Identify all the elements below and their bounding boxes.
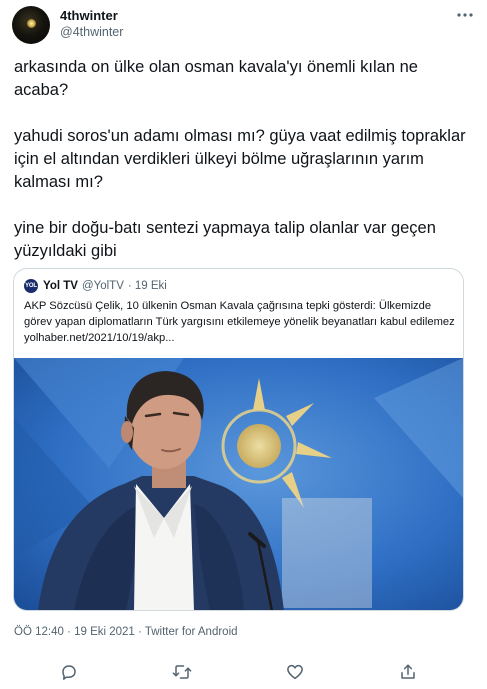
quoted-author-display-name: Yol TV bbox=[43, 280, 78, 292]
author-info[interactable]: 4thwinter @4thwinter bbox=[60, 8, 123, 40]
tweet-header: 4thwinter @4thwinter bbox=[12, 6, 475, 44]
tweet-timestamp[interactable]: ÖÖ 12:40 · 19 Eki 2021 · Twitter for And… bbox=[14, 626, 238, 638]
more-dots-icon bbox=[457, 13, 473, 17]
like-button[interactable] bbox=[283, 660, 307, 684]
retweet-icon bbox=[172, 665, 192, 679]
quoted-tweet[interactable]: YOL Yol TV @YolTV · 19 Eki AKP Sözcüsü Ç… bbox=[13, 268, 464, 611]
tweet-card: 4thwinter @4thwinter arkasında on ülke o… bbox=[0, 0, 487, 689]
tweet-paragraph-1: arkasında on ülke olan osman kavala'yı ö… bbox=[14, 58, 418, 99]
tweet-text: arkasında on ülke olan osman kavala'yı ö… bbox=[14, 56, 474, 263]
share-button[interactable] bbox=[396, 660, 420, 684]
quoted-tweet-header: YOL Yol TV @YolTV · 19 Eki bbox=[24, 278, 167, 294]
tweet-paragraph-3: yine bir doğu-batı sentezi yapmaya talip… bbox=[14, 219, 436, 260]
more-options-button[interactable] bbox=[455, 8, 475, 22]
retweet-button[interactable] bbox=[170, 660, 194, 684]
author-display-name[interactable]: 4thwinter bbox=[60, 8, 123, 24]
quoted-author-avatar: YOL bbox=[24, 279, 38, 293]
reply-button[interactable] bbox=[57, 660, 81, 684]
quoted-author-handle: @YolTV bbox=[81, 280, 124, 292]
reply-icon bbox=[62, 665, 76, 680]
tweet-paragraph-2: yahudi soros'un adamı olması mı? güya va… bbox=[14, 127, 466, 191]
quoted-tweet-text: AKP Sözcüsü Çelik, 10 ülkenin Osman Kava… bbox=[24, 300, 455, 344]
share-icon bbox=[401, 664, 415, 679]
author-handle[interactable]: @4thwinter bbox=[60, 24, 123, 40]
quoted-tweet-photo[interactable] bbox=[14, 358, 463, 611]
heart-icon bbox=[287, 664, 303, 680]
author-avatar[interactable] bbox=[12, 6, 50, 44]
tweet-actions bbox=[0, 660, 487, 684]
quoted-tweet-date: · 19 Eki bbox=[127, 280, 167, 292]
